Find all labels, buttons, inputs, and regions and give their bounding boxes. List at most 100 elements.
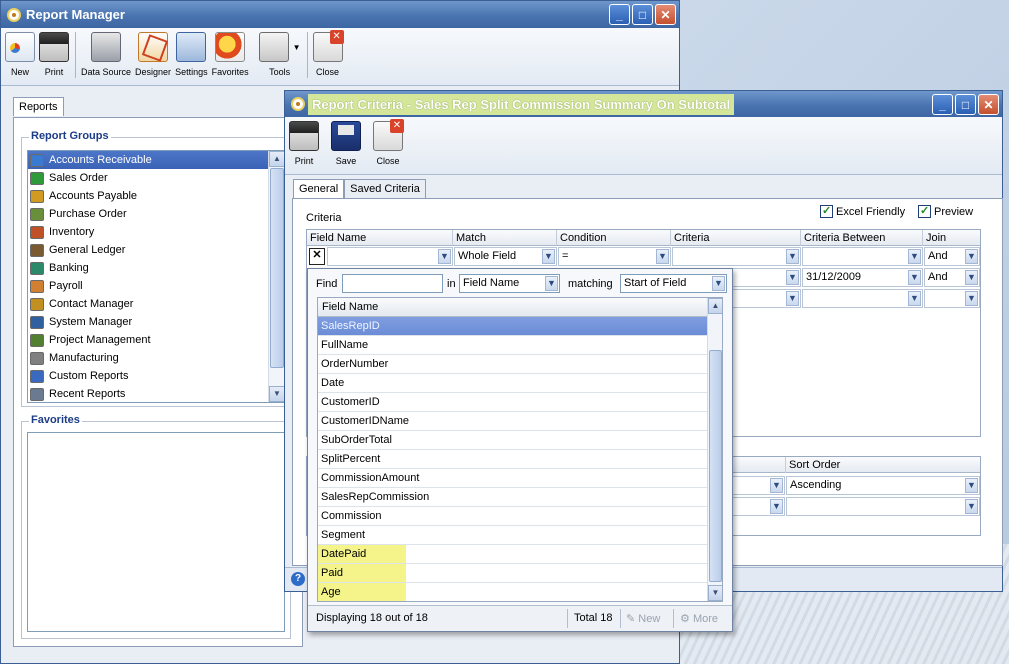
report-group-item[interactable]: Custom Reports (28, 367, 284, 385)
maximize-button[interactable]: □ (955, 94, 976, 115)
field-list-scrollbar[interactable]: ▲ ▼ (707, 298, 722, 601)
field-list-item[interactable]: SplitPercent (318, 450, 708, 469)
report-group-item[interactable]: Banking (28, 259, 284, 277)
join-dropdown[interactable]: And ▼ (924, 268, 980, 287)
chevron-down-icon[interactable]: ▼ (770, 499, 783, 514)
field-list-item[interactable]: SalesRepID (318, 317, 708, 336)
report-group-item[interactable]: Accounts Receivable (28, 151, 284, 169)
save-button[interactable]: Save (331, 121, 361, 166)
field-list-item[interactable]: FullName (318, 336, 708, 355)
report-manager-titlebar[interactable]: Report Manager _ □ ✕ (1, 1, 679, 28)
data-source-button[interactable]: Data Source (81, 32, 131, 77)
designer-button[interactable]: Designer (135, 32, 171, 77)
search-in-dropdown[interactable]: Field Name ▼ (459, 274, 560, 293)
chevron-down-icon[interactable]: ▼ (965, 249, 978, 264)
tab-general[interactable]: General (293, 179, 345, 198)
report-group-item[interactable]: Contact Manager (28, 295, 284, 313)
new-field-button[interactable]: ✎ New (626, 612, 660, 625)
new-button[interactable]: New (5, 32, 35, 77)
report-groups-list[interactable]: Accounts Receivable Sales Order Accounts P… (27, 150, 285, 403)
report-group-item[interactable]: Sales Order (28, 169, 284, 187)
col-criteria-between[interactable]: Criteria Between (801, 230, 923, 246)
minimize-button[interactable]: _ (932, 94, 953, 115)
chevron-down-icon[interactable]: ▼ (712, 276, 725, 291)
join-dropdown[interactable]: And ▼ (924, 247, 980, 266)
tab-saved-criteria[interactable]: Saved Criteria (344, 179, 426, 198)
chevron-down-icon[interactable]: ▼ (965, 270, 978, 285)
field-list-item[interactable]: DatePaid (318, 545, 708, 564)
report-group-item[interactable]: Payroll (28, 277, 284, 295)
sort-order-dropdown[interactable]: ▼ (786, 497, 980, 516)
help-icon[interactable]: ? (291, 572, 305, 586)
chevron-down-icon[interactable]: ▼ (786, 291, 799, 306)
match-dropdown[interactable]: Whole Field ▼ (454, 247, 557, 266)
chevron-down-icon[interactable]: ▼ (908, 291, 921, 306)
close-window-button[interactable]: ✕ (978, 94, 999, 115)
col-condition[interactable]: Condition (557, 230, 671, 246)
report-criteria-titlebar[interactable]: Report Criteria - Sales Rep Split Commis… (285, 91, 1002, 117)
sort-field-dropdown[interactable]: ▼ (727, 497, 785, 516)
chevron-down-icon[interactable]: ▼ (542, 249, 555, 264)
tools-button[interactable]: ▼ Tools (258, 32, 301, 77)
preview-checkbox[interactable]: Preview (918, 204, 973, 218)
field-list-item[interactable]: SalesRepCommission (318, 488, 708, 507)
field-list-item[interactable]: Date (318, 374, 708, 393)
report-group-item[interactable]: Purchase Order (28, 205, 284, 223)
scroll-down-icon[interactable]: ▼ (269, 386, 284, 402)
chevron-down-icon[interactable]: ▼ (908, 249, 921, 264)
field-list-item[interactable]: OrderNumber (318, 355, 708, 374)
report-group-item[interactable]: Accounts Payable (28, 187, 284, 205)
favorites-list[interactable] (27, 432, 285, 632)
tab-reports[interactable]: Reports (13, 97, 64, 116)
col-criteria[interactable]: Criteria (671, 230, 801, 246)
chevron-down-icon[interactable]: ▼ (786, 270, 799, 285)
chevron-down-icon[interactable]: ▼ (965, 478, 978, 493)
delete-row-button[interactable]: ✕ (309, 248, 325, 265)
excel-friendly-checkbox[interactable]: Excel Friendly (820, 204, 905, 218)
minimize-button[interactable]: _ (609, 4, 630, 25)
col-sort-order[interactable]: Sort Order (785, 457, 982, 473)
field-list-item[interactable]: SubOrderTotal (318, 431, 708, 450)
scroll-up-icon[interactable]: ▲ (708, 298, 722, 314)
print-button[interactable]: Print (39, 32, 69, 77)
criteria-between-dropdown[interactable]: ▼ (802, 247, 923, 266)
scroll-thumb[interactable] (270, 168, 284, 368)
sort-order-dropdown[interactable]: Ascending ▼ (786, 476, 980, 495)
more-button[interactable]: ⚙ More (680, 612, 718, 625)
report-groups-scrollbar[interactable]: ▲ ▼ (268, 151, 284, 402)
report-group-item[interactable]: Recent Reports (28, 385, 284, 402)
field-list-item[interactable]: Segment (318, 526, 708, 545)
report-group-item[interactable]: Manufacturing (28, 349, 284, 367)
chevron-down-icon[interactable]: ▼ (786, 249, 799, 264)
col-field-name[interactable]: Field Name (307, 230, 453, 246)
report-group-item[interactable]: General Ledger (28, 241, 284, 259)
chevron-down-icon[interactable]: ▼ (293, 43, 301, 52)
report-group-item[interactable]: Project Management (28, 331, 284, 349)
favorites-button[interactable]: Favorites (212, 32, 249, 77)
field-name-dropdown[interactable]: ▼ (327, 247, 453, 266)
print-button[interactable]: Print (289, 121, 319, 166)
find-input[interactable] (342, 274, 443, 293)
criteria-between-field[interactable]: 31/12/2009 ▼ (802, 268, 923, 287)
chevron-down-icon[interactable]: ▼ (965, 291, 978, 306)
field-list-item[interactable]: CommissionAmount (318, 469, 708, 488)
field-list-item[interactable]: CustomerIDName (318, 412, 708, 431)
maximize-button[interactable]: □ (632, 4, 653, 25)
report-group-item[interactable]: Inventory (28, 223, 284, 241)
settings-button[interactable]: Settings (175, 32, 208, 77)
col-join[interactable]: Join (923, 230, 982, 246)
field-list[interactable]: Field Name SalesRepID FullName OrderNumber… (317, 297, 723, 602)
matching-dropdown[interactable]: Start of Field ▼ (620, 274, 727, 293)
condition-dropdown[interactable]: = ▼ (558, 247, 671, 266)
chevron-down-icon[interactable]: ▼ (438, 249, 451, 264)
field-list-header[interactable]: Field Name (318, 298, 722, 317)
join-dropdown[interactable]: ▼ (924, 289, 980, 308)
chevron-down-icon[interactable]: ▼ (908, 270, 921, 285)
scroll-up-icon[interactable]: ▲ (269, 151, 284, 167)
close-button[interactable]: Close (373, 119, 404, 166)
field-list-item[interactable]: Age (318, 583, 708, 601)
field-list-item[interactable]: CustomerID (318, 393, 708, 412)
criteria-dropdown[interactable]: ▼ (672, 247, 801, 266)
scroll-thumb[interactable] (709, 350, 722, 582)
report-group-item[interactable]: System Manager (28, 313, 284, 331)
